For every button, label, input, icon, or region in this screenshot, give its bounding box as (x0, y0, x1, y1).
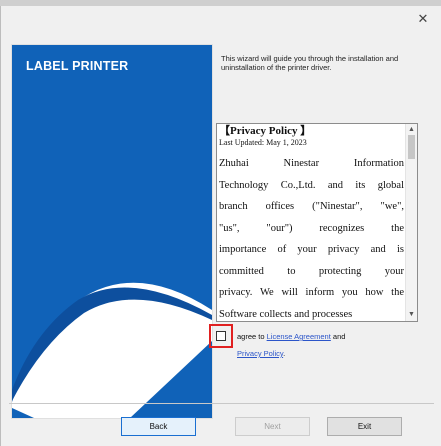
privacy-policy-box[interactable]: 【Privacy Policy 】 Last Updated: May 1, 2… (216, 123, 418, 322)
policy-line: privacy. We will inform you how the (219, 287, 404, 298)
intro-text: This wizard will guide you through the i… (221, 54, 399, 72)
policy-line: branch offices ("Ninestar", "we", (219, 201, 404, 212)
agree-label: agree to License Agreement and Privacy P… (237, 328, 427, 362)
policy-line: importance of your privacy and is (219, 244, 404, 255)
back-button[interactable]: Back (121, 417, 196, 436)
policy-title: 【Privacy Policy 】 (219, 125, 312, 137)
policy-updated: Last Updated: May 1, 2023 (219, 138, 307, 147)
exit-button[interactable]: Exit (327, 417, 402, 436)
policy-line: Software collects and processes (219, 308, 353, 320)
scroll-thumb[interactable] (408, 135, 415, 159)
agree-middle: and (330, 332, 346, 341)
agree-checkbox[interactable] (216, 331, 226, 341)
next-button[interactable]: Next (235, 417, 310, 436)
policy-body: Zhuhai Ninestar Information Technology C… (218, 153, 405, 321)
scroll-up-arrow-icon[interactable]: ▲ (406, 125, 417, 135)
agree-checkbox-highlight (209, 324, 233, 348)
policy-line: committed to protecting your (219, 265, 404, 277)
agree-suffix: . (283, 349, 286, 358)
hero-banner: LABEL PRINTER (11, 44, 213, 419)
installer-dialog: ✕ LABEL PRINTER This wizard will guide y… (0, 6, 441, 446)
hero-graphic (12, 45, 212, 418)
policy-line: Technology Co.,Ltd. and its global (219, 179, 404, 191)
policy-line: "us", "our") recognizes the (219, 222, 404, 234)
policy-line: Zhuhai Ninestar Information (219, 158, 404, 169)
privacy-policy-content: 【Privacy Policy 】 Last Updated: May 1, 2… (218, 125, 405, 321)
policy-scrollbar[interactable]: ▲ ▼ (405, 124, 417, 321)
scroll-down-arrow-icon[interactable]: ▼ (406, 310, 417, 320)
agree-prefix: agree to (237, 332, 267, 341)
close-button[interactable]: ✕ (408, 8, 438, 30)
footer-separator (9, 403, 434, 404)
license-agreement-link[interactable]: License Agreement (267, 332, 331, 341)
privacy-policy-link[interactable]: Privacy Policy (237, 349, 283, 358)
hero-title: LABEL PRINTER (26, 59, 129, 73)
close-icon: ✕ (417, 11, 429, 26)
